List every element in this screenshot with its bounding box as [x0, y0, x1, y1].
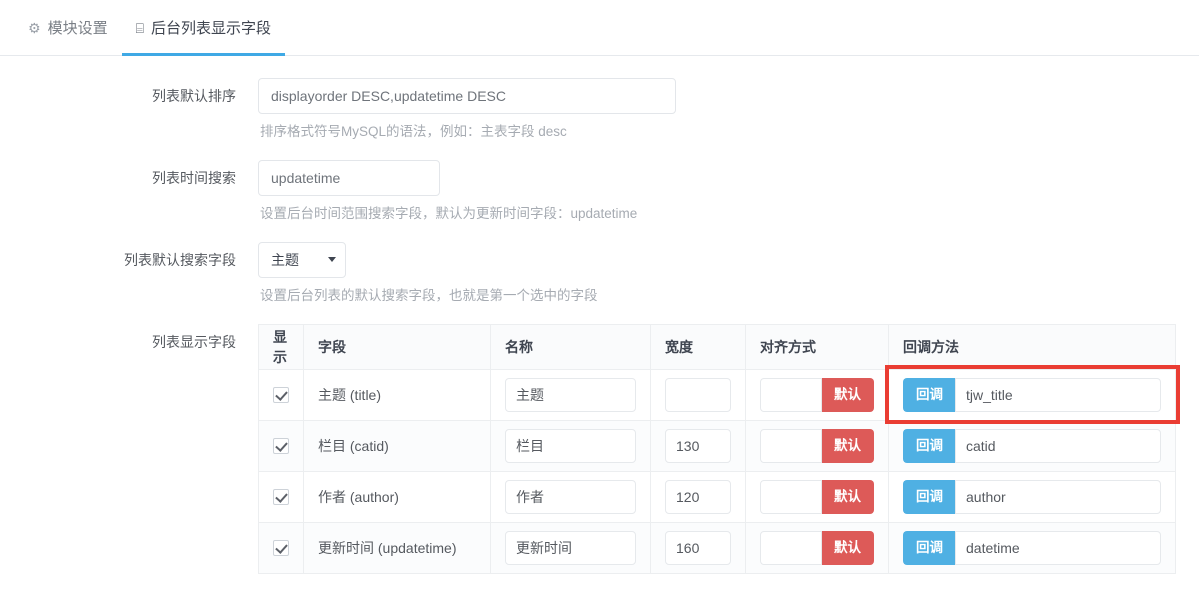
- default-sort-label: 列表默认排序: [152, 88, 236, 104]
- cell-width: [650, 521, 746, 574]
- cell-width: [650, 368, 746, 421]
- table-row: 主题 (title) 默认回调: [258, 368, 1176, 421]
- default-search-field-help: 设置后台列表的默认搜索字段，也就是第一个选中的字段: [260, 287, 598, 303]
- callback-method-input[interactable]: [955, 428, 1161, 463]
- align-default-button[interactable]: 默认: [822, 428, 874, 463]
- cell-align: 默认: [745, 368, 889, 421]
- cell-align: 默认: [745, 470, 889, 523]
- table-row: 作者 (author) 默认回调: [258, 470, 1176, 523]
- cell-callback: 回调: [888, 470, 1176, 523]
- align-input-group: 默认: [760, 377, 874, 412]
- callback-button[interactable]: 回调: [903, 479, 955, 514]
- col-header-field: 字段: [303, 323, 491, 370]
- table-header-row: 显示 字段 名称 宽度 对齐方式 回调方法: [258, 323, 1176, 370]
- align-input-group: 默认: [760, 530, 874, 565]
- callback-input-group: 回调: [903, 479, 1161, 514]
- align-input-group: 默认: [760, 479, 874, 514]
- table-row: 栏目 (catid) 默认回调: [258, 419, 1176, 472]
- cell-field: 主题 (title): [303, 368, 491, 421]
- align-default-button[interactable]: 默认: [822, 377, 874, 412]
- table-body: 主题 (title)默认回调栏目 (catid)默认回调作者 (author)默…: [258, 368, 1176, 574]
- field-name-input[interactable]: [505, 428, 636, 463]
- field-width-input[interactable]: [665, 428, 731, 463]
- align-default-button[interactable]: 默认: [822, 479, 874, 514]
- display-fields-label: 列表显示字段: [152, 333, 236, 350]
- settings-form: 列表默认排序 排序格式符号MySQL的语法，例如：主表字段 desc 列表时间搜…: [0, 56, 1199, 574]
- form-row-default-sort: 列表默认排序 排序格式符号MySQL的语法，例如：主表字段 desc: [0, 78, 1199, 160]
- gear-icon: ⚙: [28, 19, 41, 36]
- cell-name: [490, 368, 651, 421]
- cell-callback: 回调: [888, 419, 1176, 472]
- field-align-input[interactable]: [760, 479, 822, 514]
- cell-callback: 回调: [888, 368, 1176, 421]
- field-name-input[interactable]: [505, 377, 636, 412]
- form-row-default-search-field: 列表默认搜索字段 主题 设置后台列表的默认搜索字段，也就是第一个选中的字段: [0, 241, 1199, 324]
- cell-field: 栏目 (catid): [303, 419, 491, 472]
- default-search-field-label: 列表默认搜索字段: [124, 251, 236, 268]
- cell-field: 作者 (author): [303, 470, 491, 523]
- field-align-input[interactable]: [760, 428, 822, 463]
- col-header-callback: 回调方法: [888, 323, 1176, 370]
- table-head: 显示 字段 名称 宽度 对齐方式 回调方法: [258, 323, 1176, 370]
- callback-method-input[interactable]: [955, 479, 1161, 514]
- tab-backend-list-fields[interactable]: ⌸ 后台列表显示字段: [121, 0, 286, 56]
- cell-callback: 回调: [888, 521, 1176, 574]
- col-header-align: 对齐方式: [745, 323, 889, 370]
- time-search-help: 设置后台时间范围搜索字段，默认为更新时间字段：updatetime: [260, 205, 638, 221]
- callback-button[interactable]: 回调: [903, 428, 955, 463]
- table-row: 更新时间 (updatetime) 默认回调: [258, 521, 1176, 574]
- field-name-input[interactable]: [505, 479, 636, 514]
- cell-align: 默认: [745, 521, 889, 574]
- field-width-input[interactable]: [665, 377, 731, 412]
- cell-show: [258, 368, 304, 421]
- show-checkbox[interactable]: [273, 438, 289, 455]
- cell-show: [258, 521, 304, 574]
- callback-input-group: 回调: [903, 377, 1161, 412]
- table-grid-icon: ⌸: [135, 19, 144, 36]
- callback-method-input[interactable]: [955, 530, 1161, 565]
- cell-width: [650, 470, 746, 523]
- callback-button[interactable]: 回调: [903, 530, 955, 565]
- field-width-input[interactable]: [665, 530, 731, 565]
- show-checkbox[interactable]: [273, 387, 289, 404]
- time-search-input[interactable]: [258, 159, 440, 196]
- cell-show: [258, 470, 304, 523]
- display-fields-table-wrap: 显示 字段 名称 宽度 对齐方式 回调方法 主题 (title)默认回调栏目 (…: [258, 323, 1180, 574]
- cell-name: [490, 521, 651, 574]
- cell-name: [490, 419, 651, 472]
- cell-width: [650, 419, 746, 472]
- field-width-input[interactable]: [665, 479, 731, 514]
- show-checkbox[interactable]: [273, 489, 289, 506]
- cell-name: [490, 470, 651, 523]
- tab-module-settings[interactable]: ⚙ 模块设置: [14, 0, 122, 55]
- cell-field: 更新时间 (updatetime): [303, 521, 491, 574]
- callback-button[interactable]: 回调: [903, 377, 955, 412]
- align-input-group: 默认: [760, 428, 874, 463]
- cell-show: [258, 419, 304, 472]
- callback-input-group: 回调: [903, 428, 1161, 463]
- col-header-width: 宽度: [650, 323, 746, 370]
- form-row-display-fields: 列表显示字段 显示 字段 名称 宽度 对齐方式 回调方法 主题 (title) …: [0, 323, 1199, 574]
- field-align-input[interactable]: [760, 530, 822, 565]
- callback-method-input[interactable]: [955, 377, 1161, 412]
- time-search-label: 列表时间搜索: [152, 169, 236, 186]
- tab-bar: ⚙ 模块设置 ⌸ 后台列表显示字段: [0, 0, 1199, 56]
- align-default-button[interactable]: 默认: [822, 530, 874, 565]
- callback-input-group: 回调: [903, 530, 1161, 565]
- field-name-input[interactable]: [505, 530, 636, 565]
- tab-backend-list-fields-label: 后台列表显示字段: [150, 20, 271, 37]
- default-sort-help: 排序格式符号MySQL的语法，例如：主表字段 desc: [260, 124, 567, 139]
- display-fields-table: 显示 字段 名称 宽度 对齐方式 回调方法 主题 (title)默认回调栏目 (…: [258, 323, 1176, 574]
- default-search-field-select-wrap: 主题: [258, 241, 346, 278]
- tab-module-settings-label: 模块设置: [47, 20, 108, 37]
- show-checkbox[interactable]: [273, 540, 289, 557]
- form-row-time-search: 列表时间搜索 设置后台时间范围搜索字段，默认为更新时间字段：updatetime: [0, 159, 1199, 242]
- col-header-show: 显示: [258, 323, 304, 370]
- default-sort-input[interactable]: [258, 78, 676, 114]
- field-align-input[interactable]: [760, 377, 822, 412]
- col-header-name: 名称: [490, 323, 651, 370]
- cell-align: 默认: [745, 419, 889, 472]
- default-search-field-select[interactable]: 主题: [258, 241, 346, 278]
